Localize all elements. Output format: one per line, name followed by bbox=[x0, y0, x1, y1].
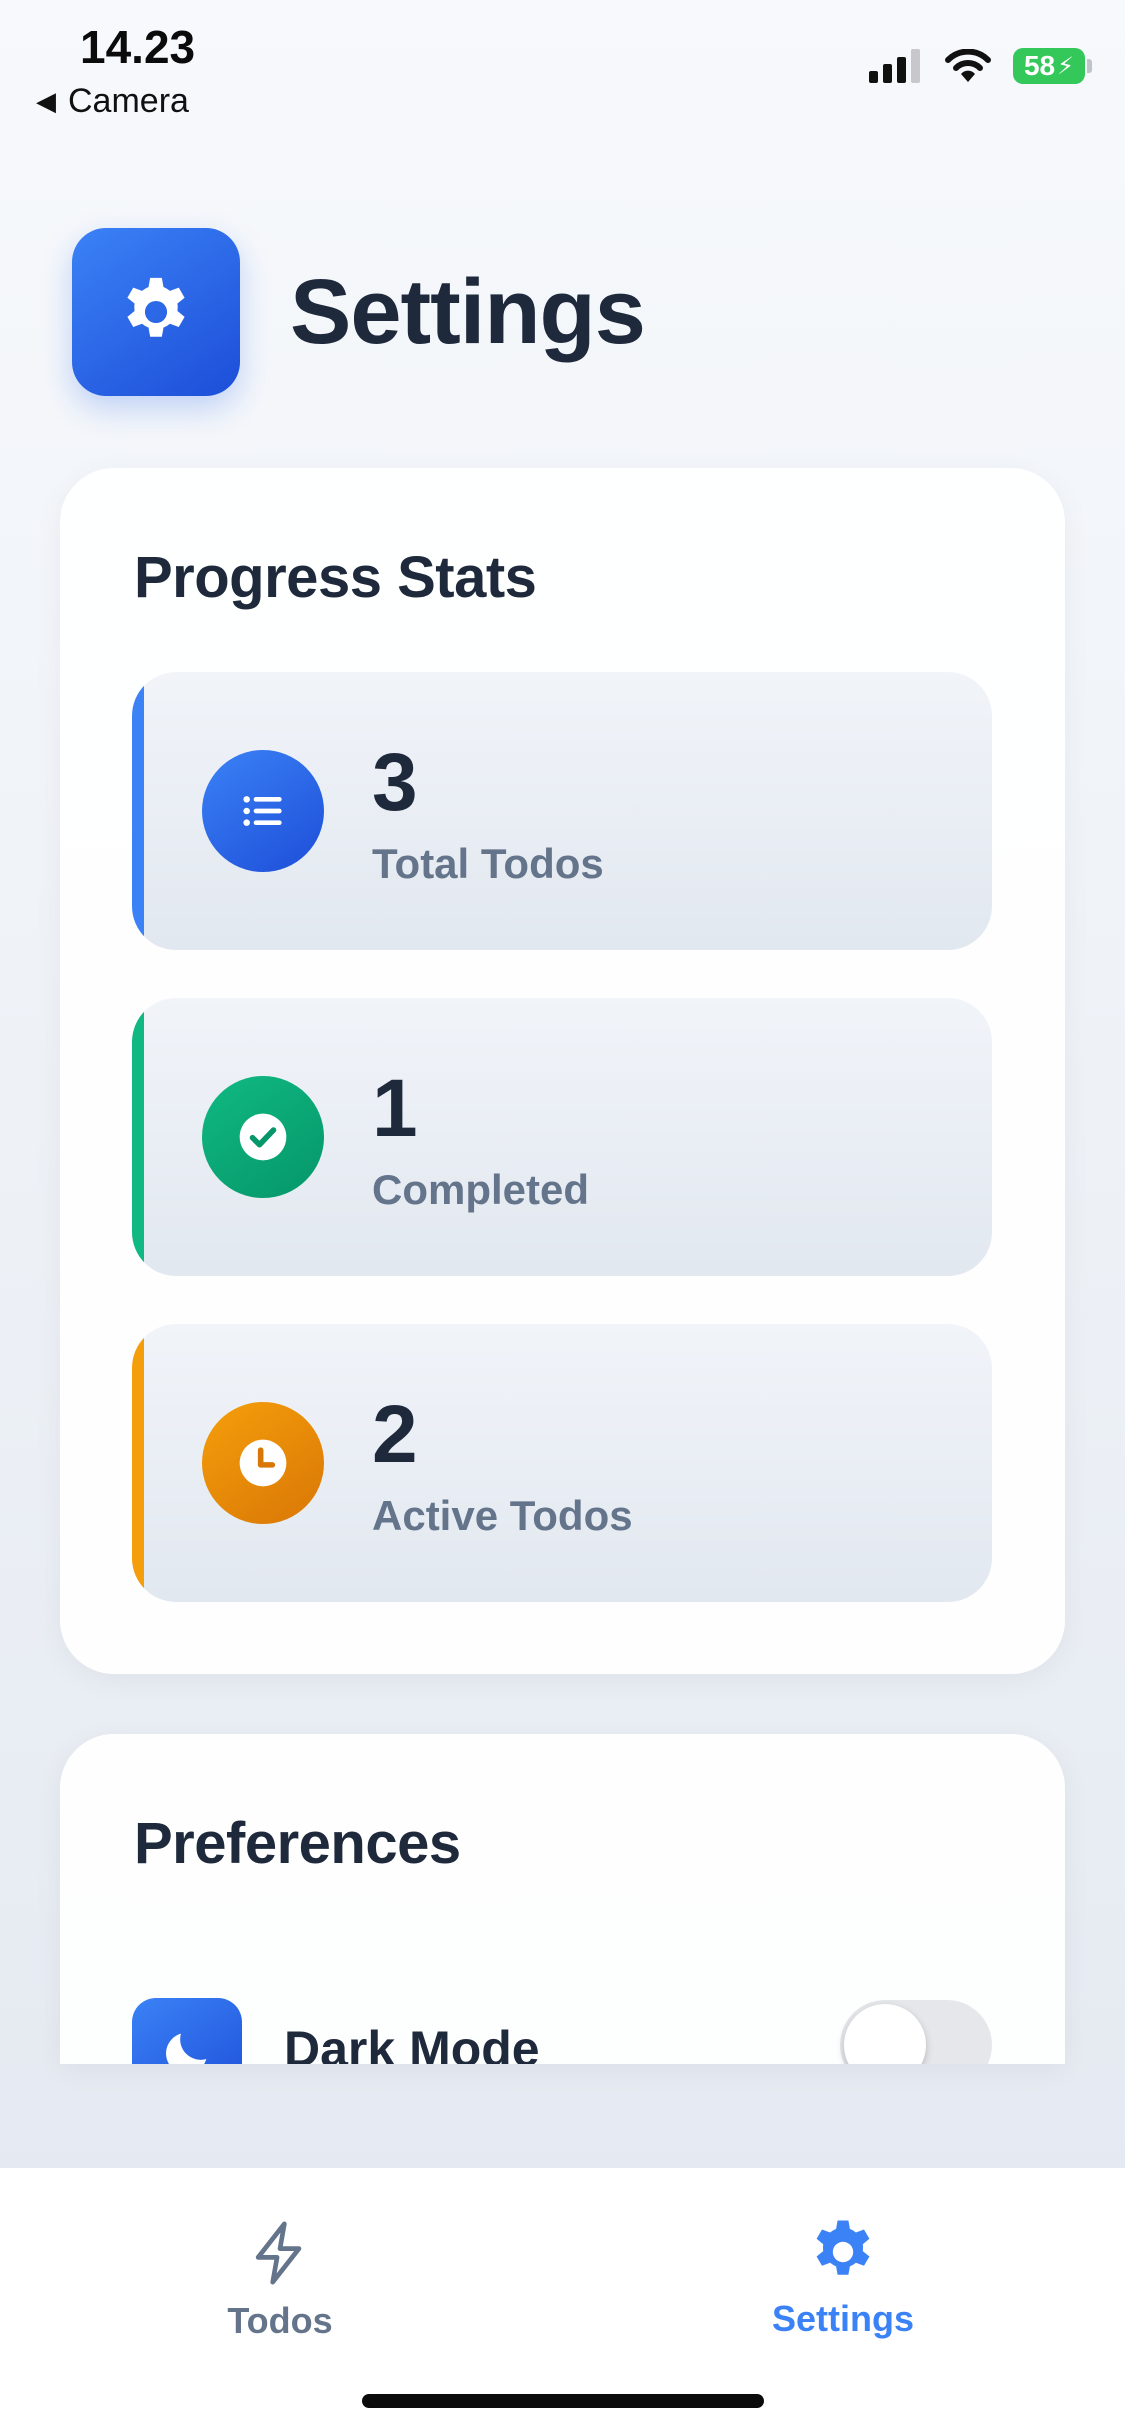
progress-stats-title: Progress Stats bbox=[134, 545, 537, 610]
stat-active-value: 2 bbox=[372, 1389, 418, 1480]
battery-icon: 58 ⚡ bbox=[1013, 48, 1092, 84]
stat-total-todos: 3 Total Todos bbox=[132, 672, 992, 950]
moon-icon bbox=[166, 2033, 207, 2064]
back-link-label: Camera bbox=[68, 82, 189, 120]
gear-icon bbox=[127, 277, 185, 337]
clock-icon bbox=[239, 1439, 287, 1487]
status-time: 14.23 bbox=[80, 21, 196, 73]
stat-completed: 1 Completed bbox=[132, 998, 992, 1276]
page-title: Settings bbox=[290, 260, 646, 363]
stat-completed-icon bbox=[202, 1076, 324, 1198]
tab-settings[interactable]: Settings bbox=[703, 2216, 983, 2340]
back-arrow-icon: ◀ bbox=[36, 86, 56, 116]
tab-todos[interactable]: Todos bbox=[140, 2216, 420, 2342]
dark-mode-row[interactable]: Dark Mode bbox=[132, 1998, 992, 2064]
battery-level: 58 bbox=[1023, 50, 1056, 81]
tab-settings-label: Settings bbox=[771, 2298, 914, 2339]
preferences-title: Preferences bbox=[134, 1811, 461, 1876]
stat-active-label: Active Todos bbox=[372, 1492, 633, 1539]
dark-mode-label: Dark Mode bbox=[284, 2021, 540, 2064]
check-circle-icon bbox=[239, 1113, 287, 1161]
list-icon bbox=[243, 796, 282, 826]
settings-header-icon bbox=[72, 228, 240, 396]
stat-active-todos: 2 Active Todos bbox=[132, 1324, 992, 1602]
back-to-camera-link[interactable]: ◀ Camera bbox=[36, 82, 189, 121]
progress-stats-card: Progress Stats 3 Total Todos 1 Completed bbox=[60, 468, 1065, 1674]
status-bar: 14.23 ◀ Camera 58 ⚡ bbox=[0, 0, 1125, 140]
dark-mode-icon-tile bbox=[132, 1998, 242, 2064]
gear-icon bbox=[816, 2220, 870, 2275]
preferences-card: Preferences Dark Mode bbox=[60, 1734, 1065, 2064]
stat-total-icon bbox=[202, 750, 324, 872]
stat-total-label: Total Todos bbox=[372, 840, 604, 887]
stat-completed-label: Completed bbox=[372, 1166, 590, 1213]
stat-total-value: 3 bbox=[372, 737, 418, 828]
home-indicator[interactable] bbox=[362, 2394, 764, 2408]
toggle-knob bbox=[844, 2004, 926, 2064]
status-icons: 58 ⚡ bbox=[869, 48, 1092, 84]
lightning-icon bbox=[255, 2221, 302, 2285]
dark-mode-toggle[interactable] bbox=[840, 2000, 992, 2064]
page-header: Settings bbox=[72, 228, 646, 396]
stat-active-icon bbox=[202, 1402, 324, 1524]
tab-todos-label: Todos bbox=[227, 2300, 333, 2341]
charging-bolt-icon: ⚡ bbox=[1057, 52, 1074, 80]
cellular-signal-icon bbox=[869, 49, 920, 83]
stat-completed-value: 1 bbox=[372, 1063, 418, 1154]
wifi-icon bbox=[945, 49, 991, 82]
